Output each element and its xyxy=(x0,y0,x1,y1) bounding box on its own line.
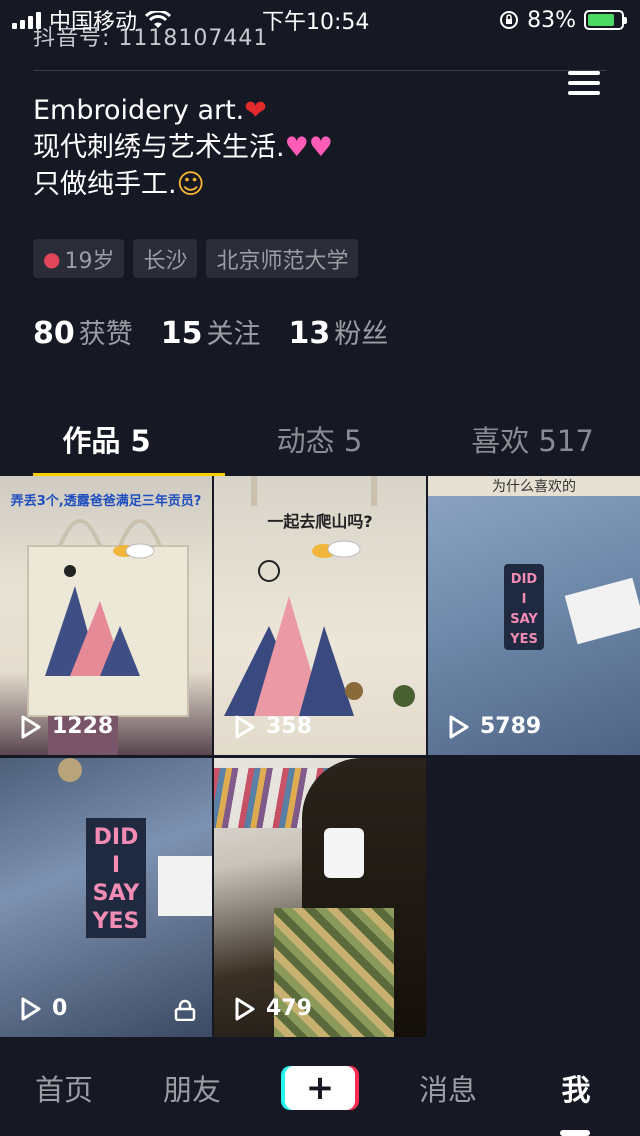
video-thumbnail-2[interactable]: 一起去爬山吗? 358 xyxy=(214,476,426,755)
nav-me[interactable]: 我 xyxy=(512,1067,640,1109)
bio-line-2: 现代刺绣与艺术生活.♥♥ xyxy=(33,132,334,163)
create-button[interactable]: + xyxy=(256,1066,384,1110)
white-fabric xyxy=(324,828,364,878)
jeans-button xyxy=(58,758,82,782)
carrier-label: 中国移动 xyxy=(49,10,138,35)
two-hearts-icon: ♥♥ xyxy=(284,132,334,163)
tab-works[interactable]: 作品 5 xyxy=(0,400,225,476)
status-bar: 中国移动 下午10:54 83% xyxy=(0,0,640,40)
tag-age: ● 19岁 xyxy=(33,239,125,278)
nav-friends[interactable]: 朋友 xyxy=(128,1067,256,1109)
smiling-face-hearts-icon: ☺ xyxy=(176,169,205,200)
tab-likes[interactable]: 喜欢 517 xyxy=(426,400,639,476)
bio-line-3: 只做纯手工.☺ xyxy=(33,169,205,200)
profile-tabs: 作品 5 动态 5 喜欢 517 xyxy=(0,400,640,476)
play-icon xyxy=(235,715,255,738)
stat-likes[interactable]: 80 获赞 xyxy=(33,312,133,351)
video-thumbnail-4[interactable]: DID I SAY YES 0 xyxy=(0,758,212,1037)
embroidered-jeans-label: DID I SAY YES xyxy=(86,818,146,938)
play-icon xyxy=(21,997,41,1020)
battery-icon xyxy=(584,10,627,30)
home-indicator xyxy=(560,1130,590,1136)
bio-line-1: Embroidery art.❤ xyxy=(33,95,267,126)
play-count: 1228 xyxy=(20,714,113,739)
video-thumbnail-3[interactable]: 为什么喜欢的 DID I SAY YES 5789 xyxy=(428,476,640,755)
embroidered-jeans-label: DID I SAY YES xyxy=(504,564,544,650)
battery-percent: 83% xyxy=(527,7,576,33)
video-thumbnail-5[interactable]: 479 xyxy=(214,758,426,1037)
thumbnail-caption: 为什么喜欢的 xyxy=(428,476,640,496)
lock-icon xyxy=(174,999,196,1021)
divider xyxy=(33,70,607,71)
play-count: 479 xyxy=(234,996,312,1021)
nav-messages[interactable]: 消息 xyxy=(384,1067,512,1109)
play-icon xyxy=(449,715,469,738)
white-fabric xyxy=(158,856,212,916)
person-icon: ● xyxy=(43,246,61,271)
white-fabric xyxy=(564,577,640,645)
status-right: 83% xyxy=(499,7,627,33)
status-left: 中国移动 xyxy=(12,4,172,36)
play-count: 358 xyxy=(234,714,312,739)
wifi-icon xyxy=(145,11,172,28)
tag-city: 长沙 xyxy=(133,239,198,278)
video-thumbnail-1[interactable]: 弄丢3个,透露爸爸满足三年贡员? 1228 xyxy=(0,476,212,755)
profile-tags: ● 19岁 长沙 北京师范大学 xyxy=(33,239,359,278)
plus-icon: + xyxy=(285,1066,355,1110)
play-count: 5789 xyxy=(448,714,541,739)
play-icon xyxy=(235,997,255,1020)
tab-updates[interactable]: 动态 5 xyxy=(213,400,426,476)
bottom-nav: 首页 朋友 + 消息 我 xyxy=(0,1040,640,1136)
menu-icon[interactable] xyxy=(568,71,600,95)
profile-bio: Embroidery art.❤ 现代刺绣与艺术生活.♥♥ 只做纯手工.☺ xyxy=(33,92,333,203)
stat-following[interactable]: 15 关注 xyxy=(161,312,261,351)
red-heart-icon: ❤ xyxy=(244,95,267,126)
video-grid: 弄丢3个,透露爸爸满足三年贡员? 1228 一起去爬山吗? 358 为什么喜欢的… xyxy=(0,476,640,1037)
tag-school: 北京师范大学 xyxy=(206,239,359,278)
play-count: 0 xyxy=(20,996,67,1021)
play-icon xyxy=(21,715,41,738)
stat-followers[interactable]: 13 粉丝 xyxy=(289,312,389,351)
rotation-lock-icon xyxy=(500,11,519,29)
nav-home[interactable]: 首页 xyxy=(0,1067,128,1109)
profile-stats: 80 获赞 15 关注 13 粉丝 xyxy=(33,312,388,351)
status-time: 下午10:54 xyxy=(262,10,370,35)
signal-icon xyxy=(12,11,41,29)
